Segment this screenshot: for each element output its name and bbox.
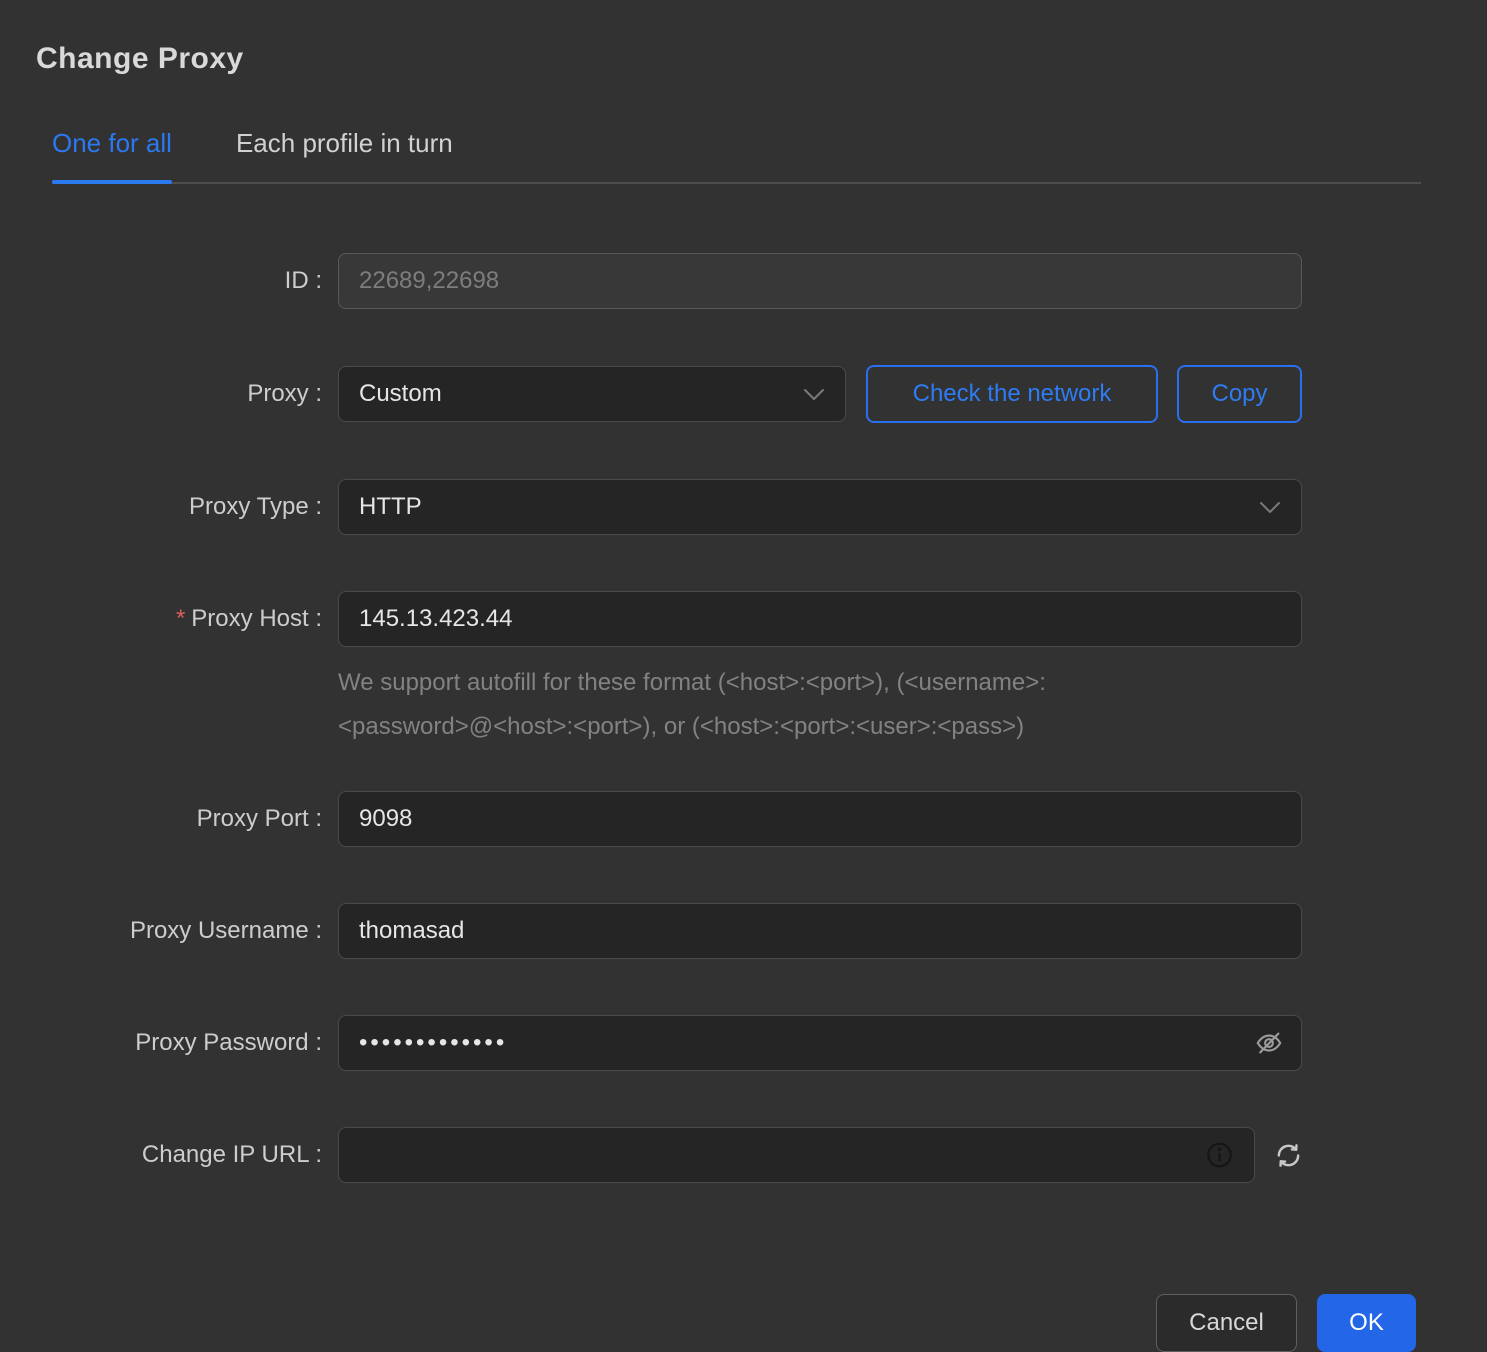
tab-one-for-all-label: One for all bbox=[52, 128, 172, 158]
id-input bbox=[338, 253, 1302, 309]
tabs-bar: One for all Each profile in turn bbox=[52, 128, 1421, 184]
chevron-down-icon bbox=[803, 388, 825, 401]
refresh-icon[interactable] bbox=[1274, 1141, 1303, 1170]
tab-each-profile-label: Each profile in turn bbox=[236, 128, 453, 158]
id-label: ID : bbox=[0, 267, 322, 295]
proxy-password-input[interactable] bbox=[338, 1015, 1302, 1071]
ok-button[interactable]: OK bbox=[1317, 1294, 1416, 1352]
change-ip-url-row: Change IP URL : bbox=[0, 1127, 1487, 1183]
eye-off-icon[interactable] bbox=[1254, 1028, 1284, 1058]
copy-button[interactable]: Copy bbox=[1177, 365, 1302, 423]
change-ip-url-label: Change IP URL : bbox=[0, 1141, 322, 1169]
tab-one-for-all[interactable]: One for all bbox=[52, 128, 172, 182]
proxy-username-row: Proxy Username : bbox=[0, 903, 1487, 959]
proxy-port-input[interactable] bbox=[338, 791, 1302, 847]
info-icon bbox=[1206, 1142, 1233, 1169]
proxy-type-label: Proxy Type : bbox=[0, 493, 322, 521]
change-proxy-dialog: Change Proxy One for all Each profile in… bbox=[0, 0, 1487, 1339]
proxy-password-label: Proxy Password : bbox=[0, 1029, 322, 1057]
proxy-username-input[interactable] bbox=[338, 903, 1302, 959]
proxy-host-group: *Proxy Host : We support autofill for th… bbox=[0, 591, 1487, 749]
tab-each-profile-in-turn[interactable]: Each profile in turn bbox=[236, 128, 453, 182]
id-row: ID : bbox=[0, 253, 1487, 309]
proxy-host-input[interactable] bbox=[338, 591, 1302, 647]
active-tab-underline bbox=[52, 180, 172, 184]
proxy-password-row: Proxy Password : bbox=[0, 1015, 1487, 1071]
change-ip-url-input[interactable] bbox=[338, 1127, 1255, 1183]
proxy-host-row: *Proxy Host : bbox=[0, 591, 1487, 647]
proxy-row: Proxy : Custom Check the network Copy bbox=[0, 365, 1487, 423]
cancel-button[interactable]: Cancel bbox=[1156, 1294, 1297, 1352]
proxy-type-select[interactable]: HTTP bbox=[338, 479, 1302, 535]
required-asterisk: * bbox=[176, 605, 185, 632]
proxy-port-row: Proxy Port : bbox=[0, 791, 1487, 847]
proxy-type-value: HTTP bbox=[359, 493, 422, 521]
proxy-username-label: Proxy Username : bbox=[0, 917, 322, 945]
proxy-select-value: Custom bbox=[359, 380, 442, 408]
proxy-label: Proxy : bbox=[0, 380, 322, 408]
proxy-form: ID : Proxy : Custom Check the network Co… bbox=[0, 253, 1487, 1239]
proxy-select[interactable]: Custom bbox=[338, 366, 846, 422]
proxy-type-row: Proxy Type : HTTP bbox=[0, 479, 1487, 535]
proxy-host-helper-text: We support autofill for these format (<h… bbox=[338, 661, 1210, 749]
check-network-button[interactable]: Check the network bbox=[866, 365, 1158, 423]
proxy-port-label: Proxy Port : bbox=[0, 805, 322, 833]
proxy-host-label: *Proxy Host : bbox=[0, 605, 322, 633]
dialog-footer: Cancel OK bbox=[0, 1294, 1416, 1352]
dialog-title: Change Proxy bbox=[36, 42, 1487, 76]
chevron-down-icon bbox=[1259, 501, 1281, 514]
